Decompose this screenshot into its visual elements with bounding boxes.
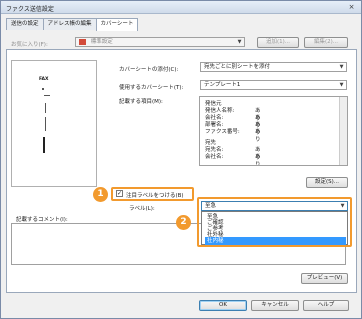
template-select[interactable]: テンプレート1 ▼ [200,80,347,90]
favorites-edit-button[interactable]: 編集(2)... [304,37,348,48]
cover-attach-select[interactable]: 宛先ごとに別シートを添付 ▼ [200,62,347,72]
preview-line [44,95,50,96]
item-name: 会社名: [205,154,224,160]
callout-badge-1: 1 [93,187,108,202]
callout-badge-2: 2 [176,215,191,230]
dropdown-option-selected[interactable]: 社内秘 [205,237,346,245]
item-value: あり [255,129,261,143]
template-label: 使用するカバーシート(T): [119,85,184,91]
preview-button[interactable]: プレビュー(V) [301,273,348,284]
label-field-label: ラベル(L): [129,206,155,212]
chevron-down-icon: ▼ [339,64,344,70]
fax-settings-dialog: ファクス送信設定 × 送信の設定 アドレス帳の編集 カバーシート お気に入り(F… [0,0,362,319]
title-bar: ファクス送信設定 × [1,1,361,14]
cancel-button[interactable]: キャンセル [251,300,299,311]
item-value: あり [255,154,261,166]
preview-dot [42,88,44,90]
cover-preview: FAX [11,60,97,187]
attention-checkbox-label: 注目ラベルをつける(B) [126,193,184,199]
list-item: 会社名: あり [205,152,261,165]
favorites-printer-icon [79,38,86,45]
template-value: テンプレート1 [204,82,241,88]
window-title: ファクス送信設定 [6,6,54,13]
chevron-down-icon: ▼ [339,82,344,88]
label-dropdown-list[interactable]: 至急 ご確認 ご参考 社外秘 社内秘 [201,211,348,245]
items-list[interactable]: 発信元 発信人名称: あり 会社名: あり 部署名: あり ファクス番号: あり 宛先 … [199,96,348,166]
label-select[interactable]: 至急 ▼ [201,201,348,211]
favorites-select[interactable]: 標準設定 ▼ [75,37,245,47]
preview-bar [43,137,45,153]
ok-button[interactable]: OK [199,300,247,311]
preview-line [45,103,46,113]
comment-label: 記載するコメント(I): [16,217,68,223]
tab-send-settings[interactable]: 送信の設定 [6,18,44,30]
attention-checkbox[interactable]: ✓ [116,190,123,197]
favorites-add-button[interactable]: 追加(1)... [257,37,299,48]
list-item: ファクス番号: あり [205,127,261,143]
label-select-value: 至急 [205,203,217,209]
cover-attach-label: カバーシートの添付(C): [119,67,179,73]
close-icon[interactable]: × [346,3,357,12]
items-label: 記載する項目(M): [119,99,163,105]
preview-line [45,117,46,131]
preview-fax-mark: FAX [39,77,49,82]
tab-cover-sheet[interactable]: カバーシート [95,18,139,31]
help-button[interactable]: ヘルプ [303,300,349,311]
chevron-down-icon: ▼ [338,202,347,210]
tab-strip: 送信の設定 アドレス帳の編集 カバーシート [6,18,139,31]
favorites-label: お気に入り(F): [11,42,48,48]
settings-button[interactable]: 設定(S)... [306,177,348,188]
cover-attach-value: 宛先ごとに別シートを添付 [204,64,271,70]
tab-address-book[interactable]: アドレス帳の編集 [42,18,97,30]
item-name: ファクス番号: [205,129,240,135]
items-scrollbar[interactable] [339,97,347,165]
chevron-down-icon: ▼ [237,39,242,45]
favorites-value: 標準設定 [90,39,113,45]
